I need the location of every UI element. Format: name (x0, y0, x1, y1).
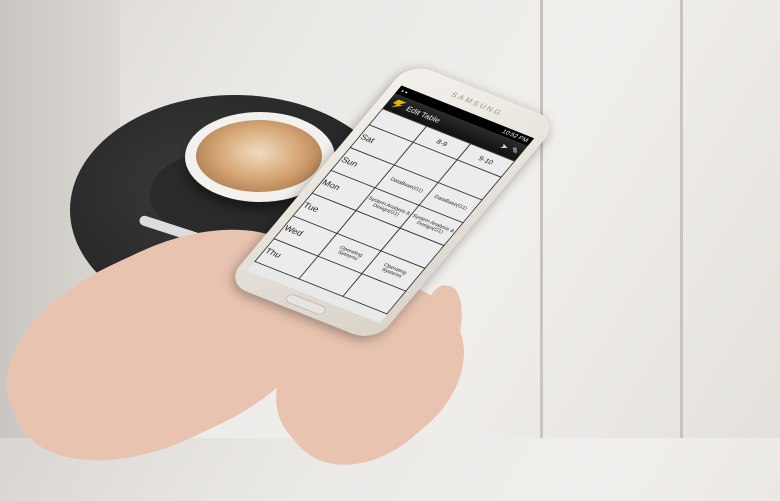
floor-seam (680, 0, 683, 438)
notification-icons: ▪ ▪ (399, 88, 410, 96)
floor-seam (540, 0, 543, 438)
app-logo-icon (389, 98, 407, 111)
pencil-icon[interactable]: ✎ (508, 146, 521, 156)
latte (196, 120, 322, 192)
